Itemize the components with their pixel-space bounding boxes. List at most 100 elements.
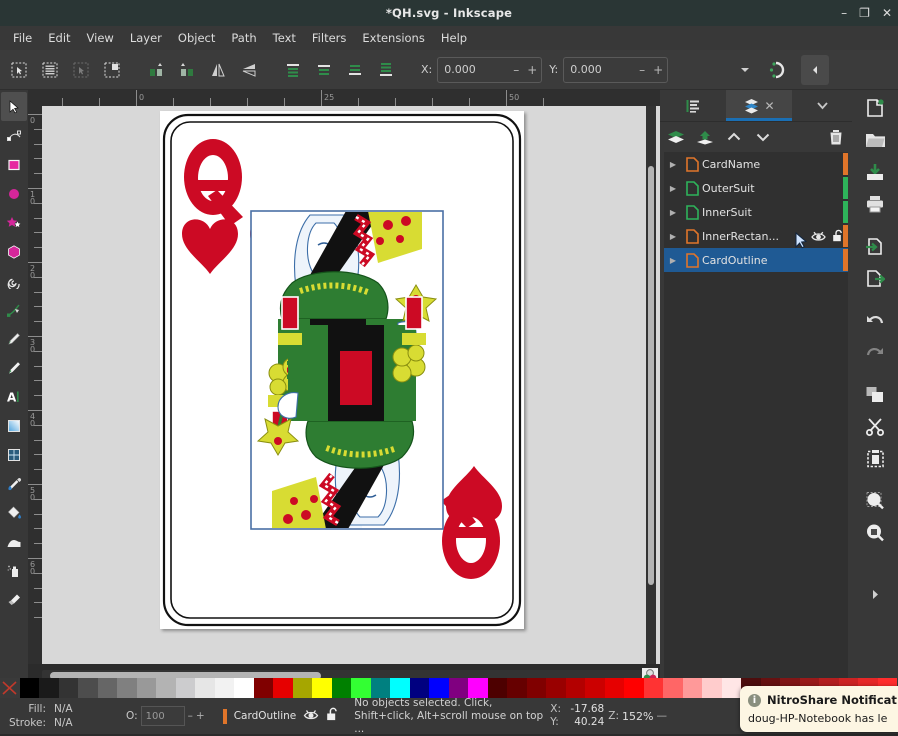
expand-arrow-icon[interactable]: ▶ — [664, 184, 682, 193]
opacity-decrement[interactable]: – — [188, 710, 193, 722]
raise-icon[interactable] — [309, 55, 339, 85]
expand-arrow-icon[interactable]: ▶ — [664, 256, 682, 265]
palette-swatch[interactable] — [253, 678, 273, 698]
fill-stroke-indicator[interactable]: Fill: N/A Stroke: N/A — [0, 702, 108, 730]
flip-vertical-icon[interactable] — [234, 55, 264, 85]
paste-icon[interactable] — [859, 442, 891, 474]
palette-swatch[interactable] — [97, 678, 117, 698]
chevron-up-icon[interactable] — [724, 127, 744, 147]
palette-swatch[interactable] — [331, 678, 351, 698]
notification-popup[interactable]: i NitroShare Notificat doug-HP-Notebook … — [740, 686, 898, 732]
palette-swatch[interactable] — [370, 678, 390, 698]
palette-swatch[interactable] — [585, 678, 605, 698]
palette-swatch[interactable] — [409, 678, 429, 698]
palette-swatch[interactable] — [292, 678, 312, 698]
canvas[interactable] — [42, 106, 660, 664]
spiral-tool[interactable] — [1, 266, 27, 295]
menu-object[interactable]: Object — [170, 28, 223, 48]
palette-swatch[interactable] — [312, 678, 332, 698]
layer-row-innersuit[interactable]: ▶ InnerSuit — [664, 200, 848, 224]
paintbucket-tool[interactable] — [1, 498, 27, 527]
menu-path[interactable]: Path — [223, 28, 264, 48]
undo-icon[interactable] — [859, 304, 891, 336]
palette-swatch[interactable] — [604, 678, 624, 698]
unlock-icon[interactable] — [326, 707, 340, 725]
chevron-down-icon[interactable] — [730, 55, 760, 85]
layer-list[interactable]: ▶ CardName ▶ OuterSuit ▶ InnerSuit ▶ Inn… — [664, 152, 848, 686]
spray-tool[interactable] — [1, 556, 27, 585]
palette-swatch[interactable] — [721, 678, 741, 698]
close-icon[interactable]: ✕ — [764, 99, 774, 113]
palette-swatch[interactable] — [663, 678, 683, 698]
palette-swatch[interactable] — [351, 678, 371, 698]
cut-icon[interactable] — [859, 410, 891, 442]
minimize-button[interactable]: – — [841, 7, 847, 19]
document-page[interactable] — [160, 111, 524, 629]
palette-swatch[interactable] — [546, 678, 566, 698]
pencil-tool[interactable] — [1, 324, 27, 353]
palette-swatch[interactable] — [643, 678, 663, 698]
palette-swatch[interactable] — [487, 678, 507, 698]
palette-swatch[interactable] — [565, 678, 585, 698]
y-increment[interactable]: + — [649, 63, 667, 77]
layers-tab[interactable]: ✕ — [726, 90, 792, 121]
gradient-tool[interactable] — [1, 411, 27, 440]
palette-swatch[interactable] — [624, 678, 644, 698]
palette-swatch[interactable] — [156, 678, 176, 698]
vertical-scrollbar[interactable] — [646, 106, 656, 664]
palette-swatch-none[interactable] — [0, 678, 20, 698]
palette-swatch[interactable] — [702, 678, 722, 698]
expand-arrow-icon[interactable]: ▶ — [664, 160, 682, 169]
deselect-icon[interactable] — [66, 55, 96, 85]
chevron-down-icon[interactable] — [753, 127, 773, 147]
rectangle-tool[interactable] — [1, 150, 27, 179]
zoom-selection-icon[interactable] — [859, 484, 891, 516]
current-layer-indicator[interactable]: CardOutline — [222, 707, 341, 725]
new-document-icon[interactable] — [859, 92, 891, 124]
layer-raise-top-icon[interactable] — [695, 127, 715, 147]
zoom-decrement[interactable]: — — [656, 710, 667, 722]
dropper-tool[interactable] — [1, 469, 27, 498]
palette-swatch[interactable] — [273, 678, 293, 698]
horizontal-ruler[interactable]: 0 25 50 — [28, 90, 660, 106]
eraser-tool[interactable] — [1, 585, 27, 614]
zoom-value[interactable]: 152% — [622, 710, 653, 723]
node-tool[interactable] — [1, 121, 27, 150]
palette-swatch[interactable] — [526, 678, 546, 698]
palette-swatch[interactable] — [78, 678, 98, 698]
opacity-value[interactable]: 100 — [140, 706, 185, 726]
palette-swatch[interactable] — [468, 678, 488, 698]
box3d-tool[interactable] — [1, 237, 27, 266]
y-decrement[interactable]: – — [635, 63, 649, 77]
menu-layer[interactable]: Layer — [122, 28, 170, 48]
x-increment[interactable]: + — [523, 63, 541, 77]
new-layer-button[interactable] — [666, 127, 686, 147]
rotate-90-cw-icon[interactable] — [172, 55, 202, 85]
menu-file[interactable]: File — [5, 28, 40, 48]
dock-more-button[interactable] — [792, 90, 852, 121]
palette-swatch[interactable] — [39, 678, 59, 698]
text-tool[interactable]: A — [1, 382, 27, 411]
objects-tab[interactable] — [660, 90, 726, 121]
flip-horizontal-icon[interactable] — [203, 55, 233, 85]
x-decrement[interactable]: – — [509, 63, 523, 77]
select-all-layers-icon[interactable] — [35, 55, 65, 85]
x-spinbox[interactable]: 0.000 – + — [437, 56, 543, 83]
menu-edit[interactable]: Edit — [40, 28, 78, 48]
menu-help[interactable]: Help — [433, 28, 475, 48]
rotate-90-ccw-icon[interactable] — [141, 55, 171, 85]
redo-icon[interactable] — [859, 336, 891, 368]
import-icon[interactable] — [859, 230, 891, 262]
export-icon[interactable] — [859, 262, 891, 294]
palette-swatch[interactable] — [214, 678, 234, 698]
menu-text[interactable]: Text — [265, 28, 304, 48]
opacity-increment[interactable]: + — [196, 710, 205, 722]
mesh-tool[interactable] — [1, 440, 27, 469]
open-document-icon[interactable] — [859, 124, 891, 156]
palette-swatch[interactable] — [507, 678, 527, 698]
lower-icon[interactable] — [340, 55, 370, 85]
vertical-ruler[interactable]: 0 10 20 30 40 50 60 — [28, 106, 42, 664]
layer-row-innerrectangle[interactable]: ▶ InnerRectan... — [664, 224, 848, 248]
y-spinbox[interactable]: 0.000 – + — [563, 56, 669, 83]
menu-filters[interactable]: Filters — [304, 28, 354, 48]
